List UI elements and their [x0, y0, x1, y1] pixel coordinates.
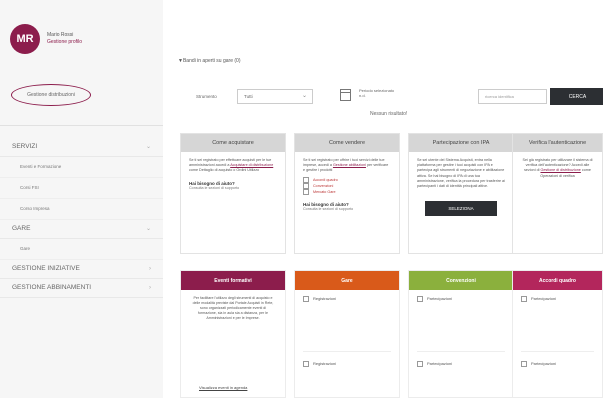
nav-item-corsi-fsi[interactable]: Corsi FSI [0, 178, 163, 199]
visualizza-eventi-link[interactable]: Visualizza eventi in agenda [199, 385, 247, 390]
checkbox-icon[interactable] [521, 296, 527, 302]
checkbox-icon[interactable] [417, 361, 423, 367]
breadcrumb[interactable]: ▼Bandi in aperti su gare (0) [178, 58, 241, 64]
panel-header[interactable]: Gare [295, 271, 399, 290]
distribuzione-link[interactable]: Gestione di distribuzione [540, 168, 580, 172]
nav-item-gare[interactable]: Gare [0, 239, 163, 260]
chevron-right-icon: › [149, 266, 151, 272]
card-title: Verifica l'autenticazione [513, 134, 602, 152]
sidebar-divider [0, 125, 163, 126]
nav-section-servizi[interactable]: SERVIZI ⌄ [0, 138, 163, 157]
panel-accordi-quadro: Accordi quadro Partecipazioni Partecipaz… [512, 270, 603, 398]
filter-bar: Strumento Tutti ⌄ Periodo selezionato n.d… [176, 86, 603, 117]
periodo-text: Periodo selezionato n.d. [359, 88, 395, 98]
strumento-label: Strumento [196, 94, 217, 99]
sidebar: MR Mario Rossi Gestione profilo Gestione… [0, 0, 163, 398]
panel-header[interactable]: Convenzioni [409, 271, 513, 290]
panel-header[interactable]: Accordi quadro [513, 271, 602, 290]
nav-section-gestione-abbinamenti[interactable]: GESTIONE ABBINAMENTI › [0, 279, 163, 298]
checkbox-icon[interactable] [521, 361, 527, 367]
checkbox-icon[interactable] [303, 361, 309, 367]
avatar[interactable]: MR [10, 24, 40, 54]
cerca-button[interactable]: CERCA [550, 88, 603, 105]
chevron-down-icon: ⌄ [301, 93, 307, 99]
nav-item-corso-impresa[interactable]: Corso Impresa [0, 199, 163, 220]
checkbox-icon[interactable] [303, 188, 309, 195]
card-verifica-autenticazione: Verifica l'autenticazione Sei già regist… [512, 133, 603, 254]
nav-section-gare[interactable]: GARE ⌄ [0, 220, 163, 239]
user-profile-link[interactable]: Gestione profilo [47, 39, 82, 46]
panel-header[interactable]: Eventi formativi [181, 271, 285, 290]
chevron-right-icon: › [149, 285, 151, 291]
abilitazioni-link[interactable]: Gestione abilitazioni [333, 163, 366, 167]
panel-eventi-formativi: Eventi formativi Per facilitare l'utiliz… [180, 270, 286, 398]
card-title: Partecipazione con IPA [409, 134, 513, 152]
nav-item-eventi[interactable]: Eventi e Formazione [0, 157, 163, 178]
panel-convenzioni: Convenzioni Partecipazioni Partecipazion… [408, 270, 514, 398]
chevron-down-icon: ⌄ [145, 144, 151, 150]
sidebar-nav: SERVIZI ⌄ Eventi e Formazione Corsi FSI C… [0, 138, 163, 298]
card-come-acquistare: Come acquistare Se ti sei registrato per… [180, 133, 286, 254]
checkbox-icon[interactable] [303, 296, 309, 302]
seleziona-button[interactable]: SELEZIONA [425, 201, 497, 217]
user-name: Mario Rossi [47, 32, 74, 38]
user-profile[interactable]: MR Mario Rossi Gestione profilo [10, 24, 82, 54]
nav-section-gestione-iniziative[interactable]: GESTIONE INIZIATIVE › [0, 260, 163, 279]
calendar-icon[interactable] [340, 89, 351, 101]
acquistare-link[interactable]: Acquistare di distribuzione [230, 163, 273, 167]
card-title: Come acquistare [181, 134, 285, 152]
card-partecipazione-ipa: Partecipazione con IPA Se sei utente del… [408, 133, 514, 254]
checkbox-icon[interactable] [417, 296, 423, 302]
no-results-text: Nessun risultato! [370, 111, 408, 117]
search-input[interactable]: ricerca identifica [478, 89, 547, 104]
panel-gare: Gare Registrazioni Registrazioni [294, 270, 400, 398]
card-title: Come vendere [295, 134, 399, 152]
gestione-distribuzioni-link[interactable]: Gestione distribuzioni [11, 84, 91, 106]
card-come-vendere: Come vendere Se ti sei registrato per of… [294, 133, 400, 254]
strumento-select[interactable]: Tutti ⌄ [237, 89, 313, 104]
chevron-down-icon: ⌄ [145, 226, 151, 232]
